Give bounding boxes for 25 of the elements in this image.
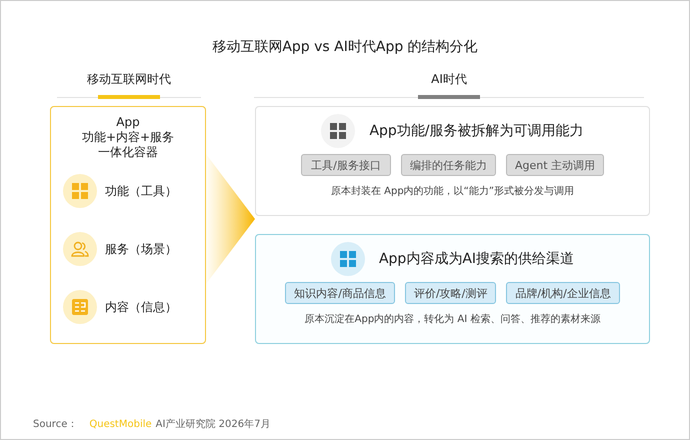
document-icon [72,299,88,315]
tag: 工具/服务接口 [300,154,391,176]
card-title: App内容成为AI搜索的供给渠道 [378,250,574,268]
source-label: Source： [33,418,78,431]
era-heading: 移动互联网时代 [87,71,171,87]
grid-icon [340,251,356,267]
source-brand: QuestMobile [89,418,152,430]
source-text: AI产业研究院 2026年7月 [156,418,270,431]
tag: 评价/攻略/测评 [404,282,496,304]
card-note: 原本沉淀在App内的内容，转化为 AI 检索、问答、推荐的素材来源 [304,312,600,326]
chart-title: 移动互联网App vs AI时代App 的结构分化 [211,38,479,57]
tag: 知识内容/商品信息 [285,282,395,304]
item-label: 内容（信息） [105,298,177,316]
card-note: 原本封装在 App内的功能，以“能力”形式被分发与调用 [330,184,574,198]
item-label: 功能（工具） [105,182,177,200]
era-heading: AI时代 [431,71,467,87]
app-card-title: App 功能+内容+服务 一体化容器 [82,115,174,160]
tag: 编排的任务能力 [400,154,496,176]
grid-icon [72,183,88,199]
tag: 品牌/机构/企业信息 [506,282,620,304]
card-title: App功能/服务被拆解为可调用能力 [369,122,584,140]
people-icon [71,241,89,257]
item-label: 服务（场景） [105,240,177,258]
tag: Agent 主动调用 [506,154,604,176]
grid-icon [330,123,346,139]
